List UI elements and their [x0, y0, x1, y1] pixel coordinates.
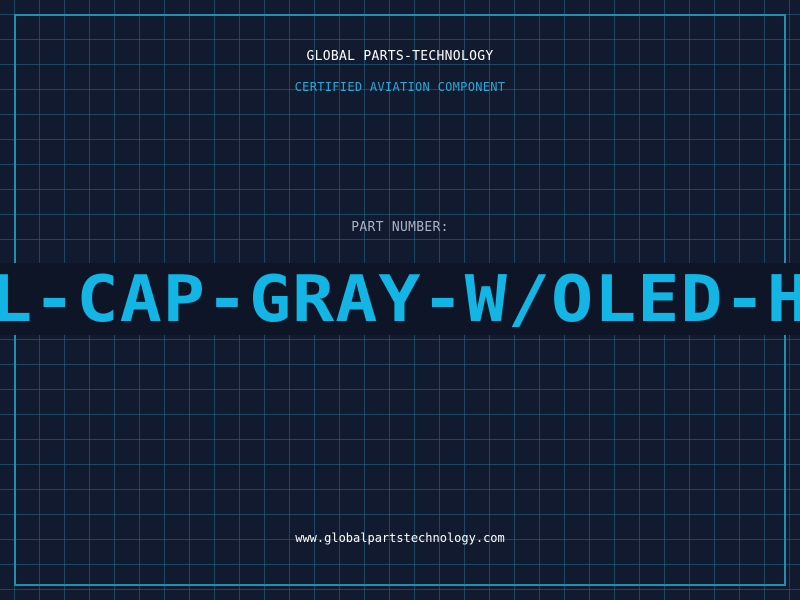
company-name: GLOBAL PARTS-TECHNOLOGY: [306, 49, 494, 64]
website-link[interactable]: www.globalpartstechnology.com: [0, 531, 800, 545]
part-number-value: L-CAP-GRAY-W/OLED-H: [0, 263, 800, 335]
part-label-page: GLOBAL PARTS-TECHNOLOGY CERTIFIED AVIATI…: [0, 0, 800, 600]
part-number-band: L-CAP-GRAY-W/OLED-H: [0, 263, 800, 335]
part-number-label: PART NUMBER:: [351, 220, 449, 235]
certification-tagline: CERTIFIED AVIATION COMPONENT: [294, 80, 506, 94]
